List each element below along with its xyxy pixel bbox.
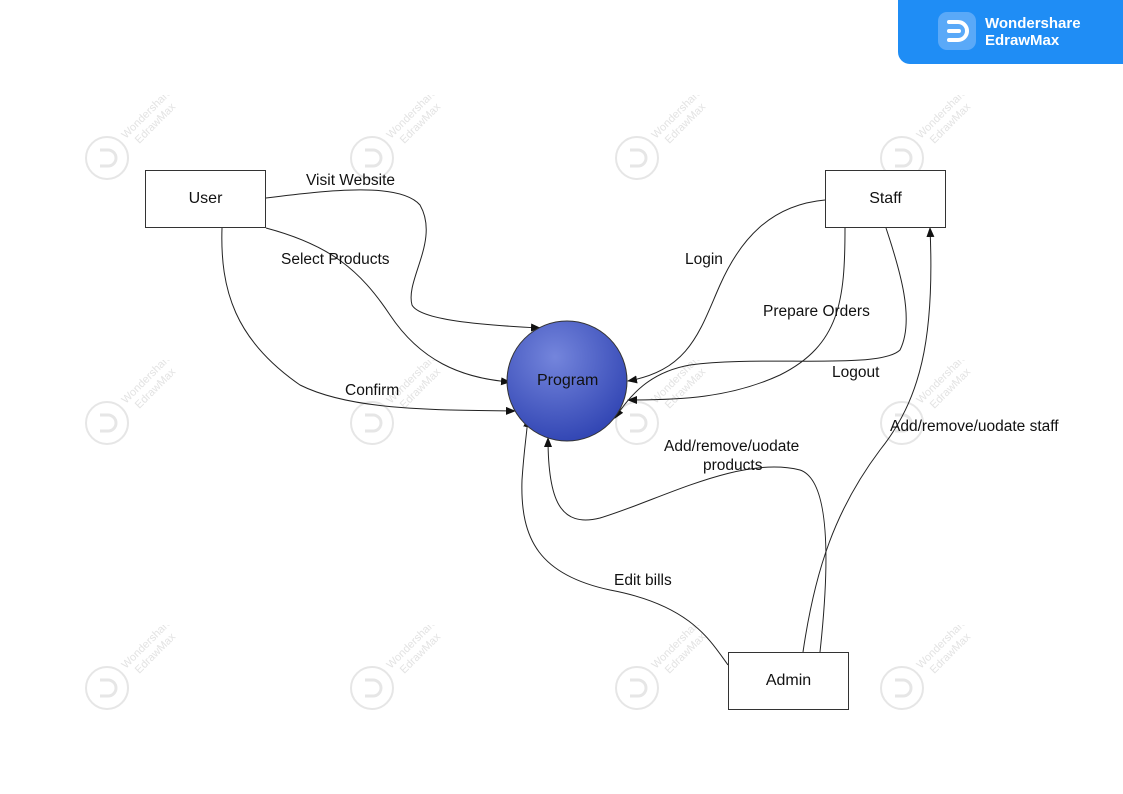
brand-line1: Wondershare (985, 15, 1081, 32)
label-confirm: Confirm (345, 382, 400, 399)
label-select-products: Select Products (281, 251, 390, 268)
edrawmax-logo-icon (938, 12, 976, 50)
brand-name: Wondershare EdrawMax (985, 15, 1081, 49)
label-prepare-orders: Prepare Orders (763, 303, 870, 320)
edge-login (627, 199, 826, 384)
edge-logout (614, 227, 907, 419)
entity-admin[interactable]: Admin (728, 652, 849, 710)
label-edit-bills: Edit bills (614, 572, 672, 589)
label-add-staff: Add/remove/uodate staff (890, 418, 1059, 435)
label-visit-website: Visit Website (306, 172, 396, 189)
label-logout: Logout (832, 364, 880, 381)
program-label: Program (537, 372, 599, 389)
entity-staff[interactable]: Staff (825, 170, 946, 228)
entity-user[interactable]: User (145, 170, 266, 228)
diagram-canvas (221, 189, 935, 666)
brand-badge[interactable]: Wondershare EdrawMax (898, 0, 1123, 64)
edge-add-staff (802, 227, 935, 653)
brand-line2: EdrawMax (985, 32, 1060, 49)
label-login: Login (685, 251, 723, 268)
label-add-products-line2: products (703, 457, 763, 474)
label-add-products-line1: Add/remove/uodate (664, 438, 800, 455)
